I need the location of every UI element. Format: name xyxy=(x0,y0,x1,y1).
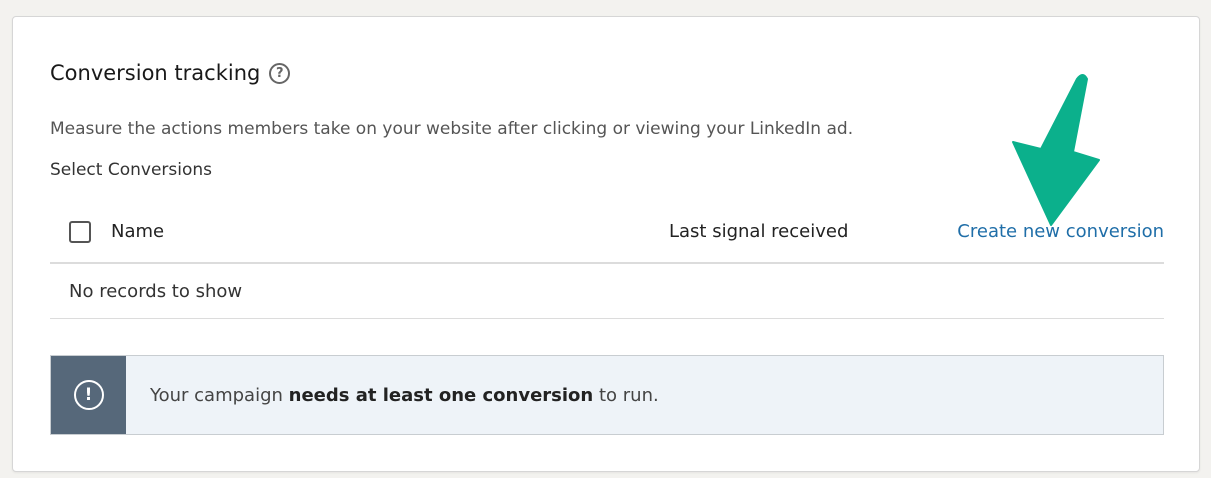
help-icon[interactable]: ? xyxy=(269,62,291,84)
exclamation-circle-icon: ! xyxy=(73,380,104,410)
alert-icon-panel: ! xyxy=(51,356,126,434)
empty-state-text: No records to show xyxy=(69,281,243,302)
title-row: Conversion tracking ? xyxy=(50,61,291,85)
alert-message-prefix: Your campaign xyxy=(150,384,289,406)
annotation-arrow-icon xyxy=(1012,74,1100,226)
column-header-name[interactable]: Name xyxy=(111,221,164,242)
select-all-checkbox[interactable] xyxy=(69,221,91,243)
alert-message: Your campaign needs at least one convers… xyxy=(126,356,659,434)
column-header-last-signal[interactable]: Last signal received xyxy=(669,221,848,242)
conversion-required-alert: ! Your campaign needs at least one conve… xyxy=(50,355,1164,435)
section-description: Measure the actions members take on your… xyxy=(50,119,854,139)
section-title: Conversion tracking xyxy=(50,61,261,85)
conversions-table-header: Name Last signal received Create new con… xyxy=(50,212,1164,264)
select-conversions-heading: Select Conversions xyxy=(50,160,213,180)
conversion-tracking-card: Conversion tracking ? Measure the action… xyxy=(12,16,1200,472)
alert-message-bold: needs at least one conversion xyxy=(288,384,594,406)
alert-message-suffix: to run. xyxy=(593,384,659,406)
empty-row: No records to show xyxy=(50,266,1164,319)
